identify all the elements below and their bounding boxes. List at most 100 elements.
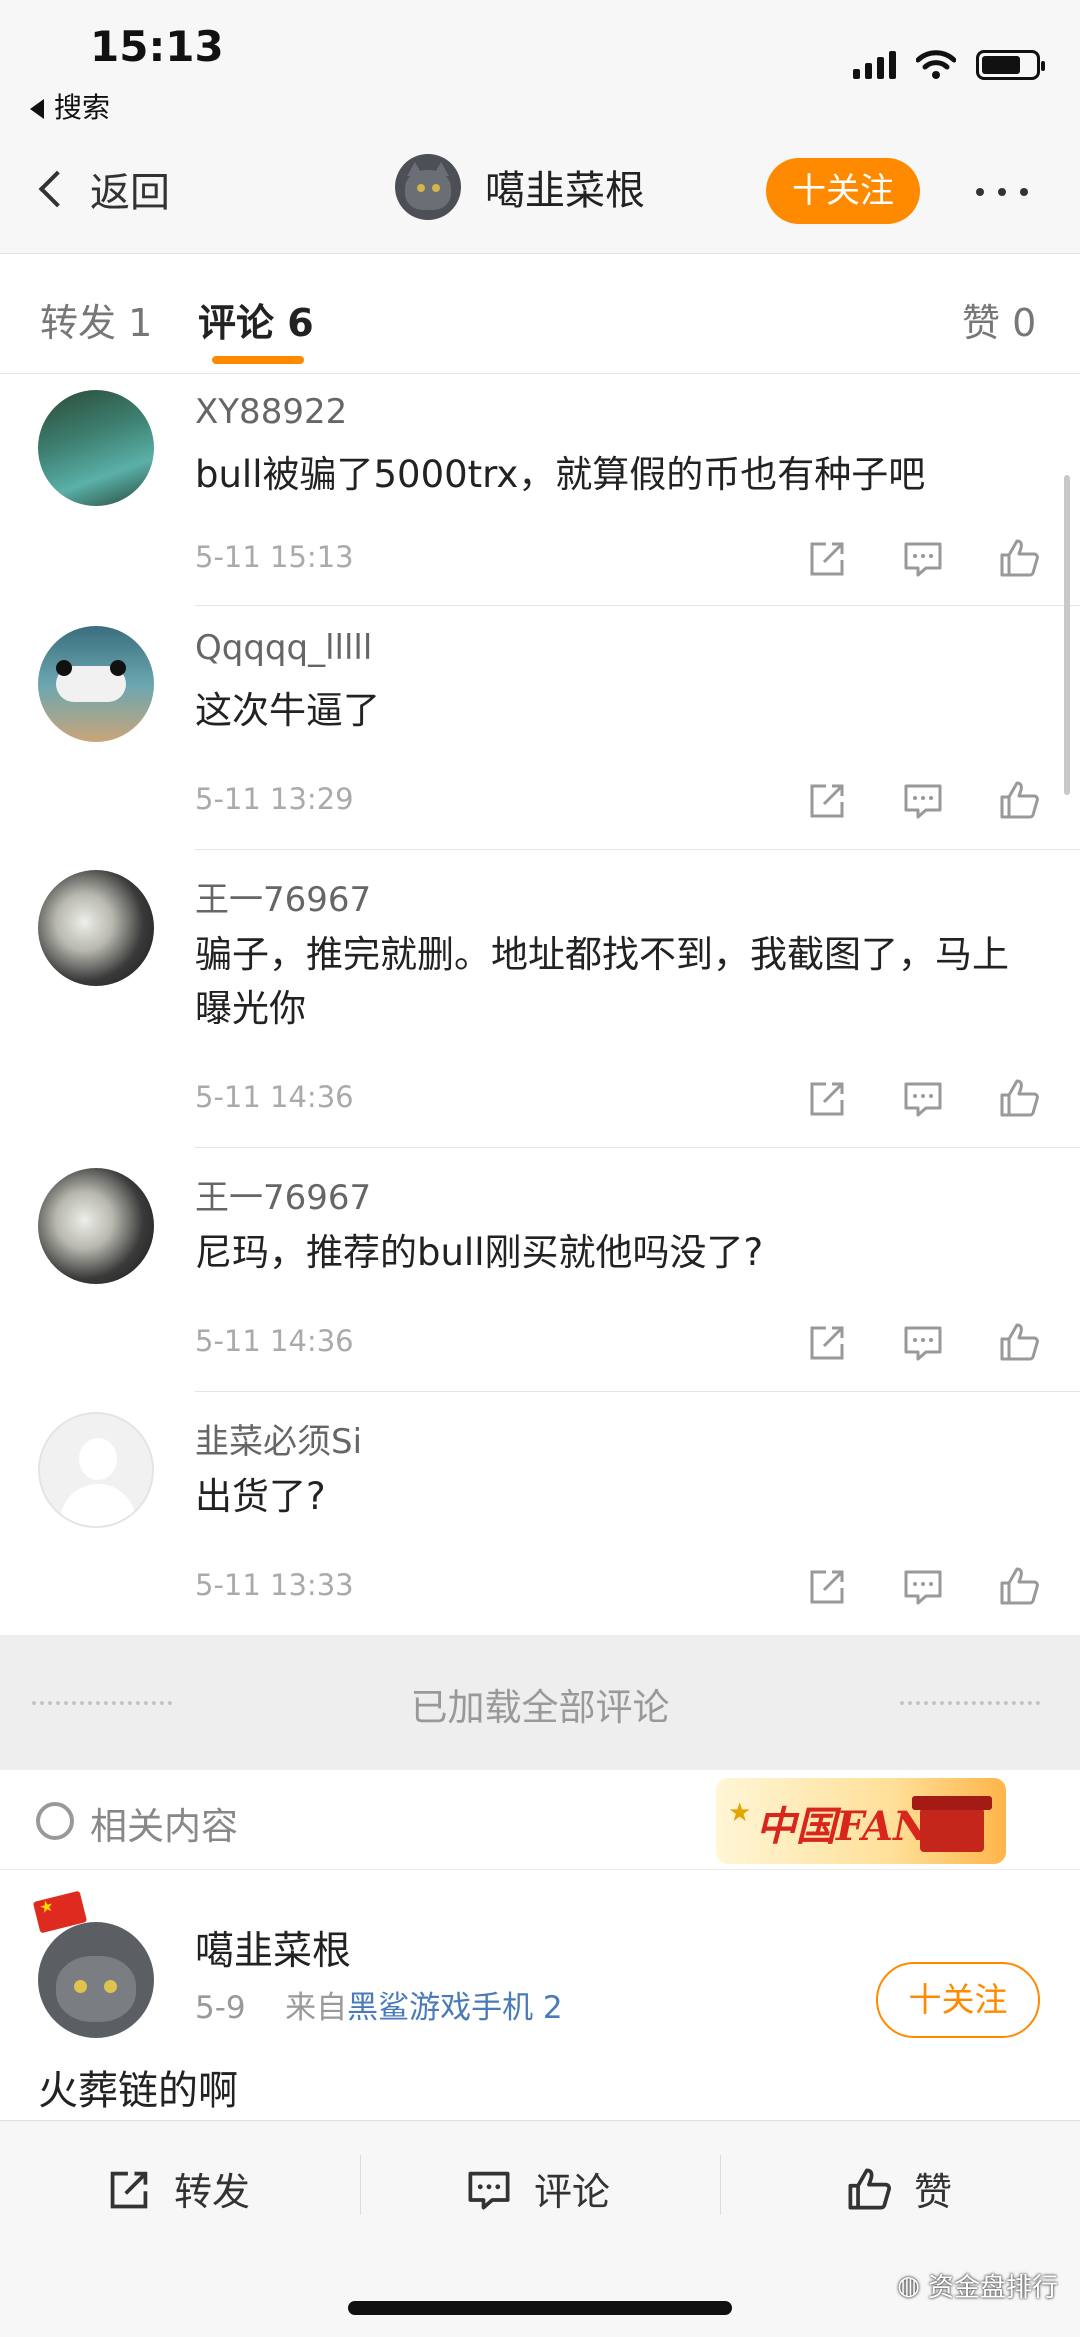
tab-comments[interactable]: 评论 6 — [198, 292, 314, 347]
home-indicator[interactable] — [348, 2301, 732, 2315]
avatar[interactable] — [38, 390, 154, 506]
comment-text: 骗子，推完就删。地址都找不到，我截图了，马上曝光你 — [195, 933, 1009, 1030]
like-icon[interactable] — [998, 1078, 1040, 1118]
wechat-icon: ◍ — [897, 2270, 920, 2301]
bottom-toolbar: 转发 评论 赞 ◍ 资金盘排行 — [0, 2120, 1080, 2337]
like-icon[interactable] — [998, 1322, 1040, 1362]
repost-button[interactable]: 转发 — [106, 2161, 250, 2216]
comment-icon[interactable] — [902, 538, 944, 578]
toolbar-separator — [360, 2155, 361, 2215]
comment-text: 尼玛，推荐的bull刚买就他吗没了? — [195, 1231, 764, 1274]
gate-icon — [912, 1796, 992, 1852]
comment-username[interactable]: Qqqqq_lllll — [195, 628, 372, 668]
comment-username[interactable]: 王一76967 — [195, 1170, 371, 1219]
comment-icon — [468, 2171, 510, 2209]
comment-item: XY88922 bull被骗了5000trx，就算假的币也有种子吧 5-11 1… — [0, 374, 1080, 606]
comment-username[interactable]: XY88922 — [195, 392, 347, 432]
related-post[interactable]: 噶韭菜根 5-9 来自黑鲨游戏手机 2 十关注 火葬链的啊 — [0, 1870, 1080, 2120]
comment-button[interactable]: 评论 — [466, 2161, 610, 2216]
post-meta: 5-9 来自黑鲨游戏手机 2 — [195, 1982, 563, 2027]
like-icon[interactable] — [998, 538, 1040, 578]
comment-item: 王一76967 骗子，推完就删。地址都找不到，我截图了，马上曝光你 5-11 1… — [0, 850, 1080, 1148]
share-icon[interactable] — [806, 1078, 848, 1118]
like-icon[interactable] — [998, 1566, 1040, 1606]
back-label: 返回 — [90, 170, 170, 216]
comment-text: 出货了? — [195, 1475, 326, 1518]
chevron-left-icon — [38, 170, 76, 208]
related-header: 相关内容 ★ 中国FANS — [0, 1770, 1080, 1870]
watermark-text: 资金盘排行 — [927, 2273, 1058, 2303]
watermark: ◍ 资金盘排行 — [897, 2267, 1058, 2304]
post-source-link[interactable]: 黑鲨游戏手机 2 — [347, 1990, 563, 2026]
tab-bar: 转发 1 评论 6 赞 0 — [0, 254, 1080, 374]
nav-username: 噶韭菜根 — [485, 168, 645, 214]
tab-repost[interactable]: 转发 1 — [40, 292, 152, 347]
like-icon[interactable] — [998, 780, 1040, 820]
comment-username[interactable]: 韭菜必须Si — [195, 1414, 362, 1463]
comment-actions — [806, 1078, 1040, 1118]
comment-icon[interactable] — [902, 1078, 944, 1118]
comment-time: 5-11 15:13 — [195, 540, 354, 574]
comment-actions — [806, 538, 1040, 578]
back-button[interactable]: 返回 — [32, 160, 170, 218]
comment-time: 5-11 13:33 — [195, 1568, 354, 1602]
tab-likes[interactable]: 赞 0 — [962, 292, 1036, 347]
star-icon: ★ — [728, 1798, 752, 1828]
avatar[interactable] — [38, 1922, 154, 2038]
comment-time: 5-11 14:36 — [195, 1080, 354, 1114]
like-label: 赞 — [914, 2170, 953, 2214]
share-icon[interactable] — [806, 1566, 848, 1606]
related-icon — [36, 1802, 74, 1840]
like-button[interactable]: 赞 — [846, 2161, 952, 2216]
battery-icon — [976, 50, 1045, 80]
more-icon[interactable] — [976, 188, 1028, 196]
post-username[interactable]: 噶韭菜根 — [195, 1920, 351, 1976]
post-from: 来自 — [285, 1990, 348, 2026]
share-icon — [110, 2171, 148, 2208]
active-tab-indicator — [212, 356, 304, 364]
comment-time: 5-11 13:29 — [195, 782, 354, 816]
avatar[interactable] — [38, 1168, 154, 1284]
status-time: 15:13 — [90, 22, 224, 71]
avatar[interactable] — [38, 870, 154, 986]
comment-item: 韭菜必须Si 出货了? 5-11 13:33 — [0, 1392, 1080, 1635]
follow-button[interactable]: 十关注 — [766, 158, 920, 224]
comment-actions — [806, 780, 1040, 820]
share-icon[interactable] — [806, 538, 848, 578]
comment-actions — [806, 1322, 1040, 1362]
avatar[interactable] — [38, 626, 154, 742]
wifi-icon — [916, 50, 956, 79]
comment-item: 王一76967 尼玛，推荐的bull刚买就他吗没了? 5-11 14:36 — [0, 1148, 1080, 1392]
share-icon[interactable] — [806, 1322, 848, 1362]
comment-list: XY88922 bull被骗了5000trx，就算假的币也有种子吧 5-11 1… — [0, 374, 1080, 1635]
back-app-label: 搜索 — [54, 91, 111, 124]
back-to-app[interactable]: 搜索 — [30, 86, 110, 126]
share-icon[interactable] — [806, 780, 848, 820]
comment-text: 这次牛逼了 — [195, 689, 380, 732]
post-text: 火葬链的啊 — [38, 2068, 238, 2114]
avatar — [395, 154, 461, 220]
system-icons — [853, 50, 1045, 80]
comment-icon[interactable] — [902, 1322, 944, 1362]
china-fans-badge[interactable]: ★ 中国FANS — [716, 1778, 1006, 1864]
all-loaded-band: 已加载全部评论 — [0, 1635, 1080, 1770]
comment-username[interactable]: 王一76967 — [195, 872, 371, 921]
cellular-signal-icon — [853, 51, 896, 79]
post-date: 5-9 — [195, 1990, 246, 2026]
comment-time: 5-11 14:36 — [195, 1324, 354, 1358]
comment-item: Qqqqq_lllll 这次牛逼了 5-11 13:29 — [0, 606, 1080, 850]
follow-button[interactable]: 十关注 — [876, 1962, 1040, 2038]
avatar[interactable] — [38, 1412, 154, 1528]
comment-icon[interactable] — [902, 1566, 944, 1606]
nav-user[interactable]: 噶韭菜根 — [395, 154, 645, 220]
status-bar: 15:13 搜索 — [0, 0, 1080, 130]
back-triangle-icon — [30, 99, 44, 119]
nav-bar: 返回 噶韭菜根 十关注 — [0, 130, 1080, 254]
scrollbar[interactable] — [1064, 475, 1070, 795]
dotted-divider — [900, 1701, 1040, 1705]
related-label: 相关内容 — [90, 1805, 238, 1848]
toolbar-separator — [720, 2155, 721, 2215]
comment-actions — [806, 1566, 1040, 1606]
comment-label: 评论 — [534, 2170, 611, 2214]
comment-icon[interactable] — [902, 780, 944, 820]
